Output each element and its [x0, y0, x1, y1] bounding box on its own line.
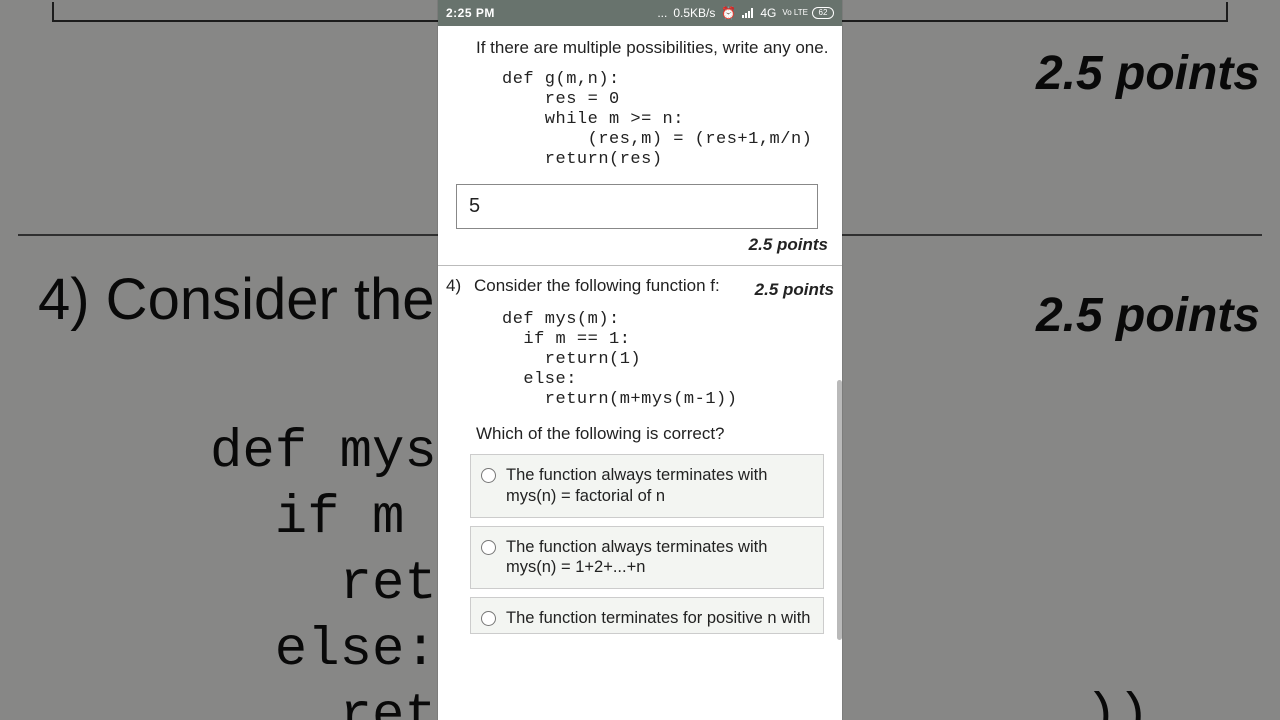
q3-intro: If there are multiple possibilities, wri… [476, 38, 830, 58]
radio-icon[interactable] [481, 468, 496, 483]
radio-icon[interactable] [481, 540, 496, 555]
q4-number: 4) [446, 276, 474, 296]
bg-points-2: 2.5 points [1036, 288, 1260, 343]
bg-points-1: 2.5 points [1036, 46, 1260, 101]
scrollbar[interactable] [837, 380, 842, 640]
q3-answer-input[interactable]: 5 [456, 184, 818, 229]
q3-points: 2.5 points [446, 235, 828, 255]
q4-option-3[interactable]: The function terminates for positive n w… [470, 597, 824, 634]
q4-code: def mys(m): if m == 1: return(1) else: r… [502, 310, 834, 410]
q4-text: Consider the following function f: [474, 276, 749, 296]
q4-option-3-text: The function terminates for positive n w… [506, 608, 813, 629]
q4-option-2-text: The function always terminates with mys(… [506, 537, 813, 578]
q4-header-row: 4) Consider the following function f: 2.… [446, 276, 834, 300]
network-type: 4G [760, 6, 776, 20]
q4-prompt: Which of the following is correct? [476, 424, 834, 444]
volte-icon: Vo LTE [782, 9, 808, 17]
q4-option-1[interactable]: The function always terminates with mys(… [470, 454, 824, 517]
status-bar: 2:25 PM ... 0.5KB/s ⏰ 4G Vo LTE 62 [438, 0, 842, 26]
more-icon: ... [657, 6, 667, 20]
status-time: 2:25 PM [446, 6, 495, 20]
alarm-icon: ⏰ [721, 6, 736, 20]
net-speed: 0.5KB/s [673, 6, 715, 20]
q4-option-1-text: The function always terminates with mys(… [506, 465, 813, 506]
battery-icon: 62 [812, 7, 834, 19]
q4-option-2[interactable]: The function always terminates with mys(… [470, 526, 824, 589]
signal-icon [742, 8, 754, 18]
q3-code: def g(m,n): res = 0 while m >= n: (res,m… [502, 70, 834, 170]
quiz-content[interactable]: If there are multiple possibilities, wri… [438, 26, 842, 634]
q4-points: 2.5 points [755, 280, 834, 300]
radio-icon[interactable] [481, 611, 496, 626]
phone-screen: 2:25 PM ... 0.5KB/s ⏰ 4G Vo LTE 62 If th… [438, 0, 842, 720]
question-divider [438, 265, 842, 266]
